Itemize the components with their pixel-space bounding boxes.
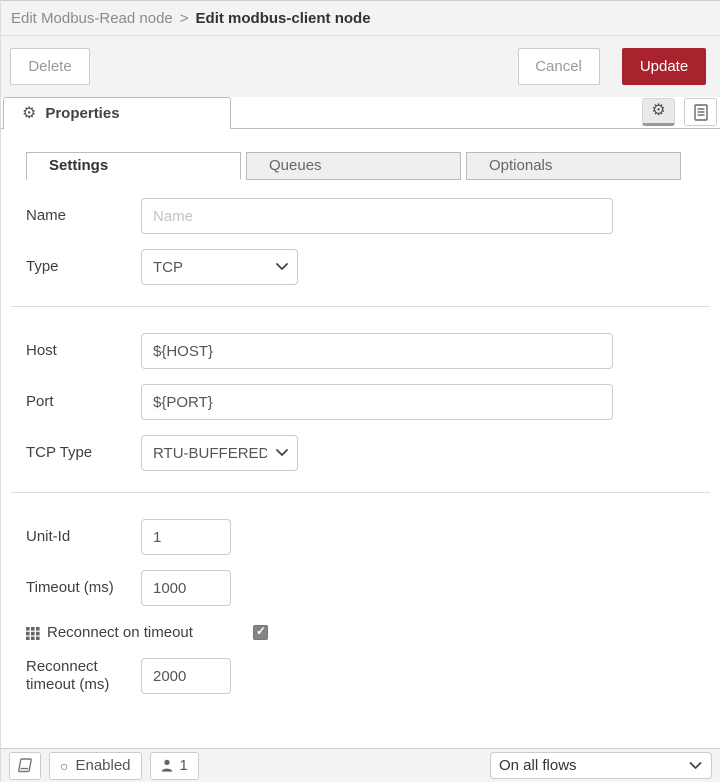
cancel-button[interactable]: Cancel bbox=[517, 48, 600, 85]
edit-node-dialog: Edit Modbus-Read node > Edit modbus-clie… bbox=[0, 0, 720, 782]
reconnect-timeout-input[interactable] bbox=[141, 658, 231, 694]
host-label: Host bbox=[26, 342, 57, 359]
reconnect-timeout-label: Reconnect timeout (ms) bbox=[26, 658, 110, 693]
timeout-input[interactable] bbox=[141, 570, 231, 606]
form-row-reconnect-timeout: Reconnect timeout (ms) bbox=[26, 658, 695, 694]
tcp-type-select-wrap: RTU-BUFFERED bbox=[141, 435, 298, 471]
name-input[interactable] bbox=[141, 198, 613, 234]
divider bbox=[11, 492, 710, 493]
circle-icon: ○ bbox=[60, 757, 69, 774]
toolbar-right-group: Cancel Update bbox=[517, 48, 706, 85]
name-label: Name bbox=[26, 207, 67, 224]
flow-scope-select[interactable]: On all flows bbox=[490, 752, 712, 779]
port-input[interactable] bbox=[141, 384, 613, 420]
form-row-tcp-type: TCP Type RTU-BUFFERED bbox=[26, 435, 695, 471]
type-label: Type bbox=[26, 258, 59, 275]
gear-icon: ⚙ bbox=[22, 104, 37, 122]
tcp-type-select[interactable]: RTU-BUFFERED bbox=[141, 435, 298, 471]
editor-tab-bar: ⚙ Properties ⚙ bbox=[1, 97, 720, 129]
form-row-name: Name bbox=[26, 198, 695, 234]
type-select[interactable]: TCP bbox=[141, 249, 298, 285]
enabled-label: Enabled bbox=[75, 757, 131, 774]
reconnect-on-timeout-checkbox[interactable] bbox=[253, 624, 268, 640]
divider bbox=[11, 306, 710, 307]
breadcrumb-current: Edit modbus-client node bbox=[195, 9, 371, 27]
port-label: Port bbox=[26, 393, 54, 410]
unit-id-label: Unit-Id bbox=[26, 528, 71, 545]
form-row-timeout: Timeout (ms) bbox=[26, 570, 695, 606]
tab-optionals[interactable]: Optionals bbox=[466, 152, 681, 180]
book-icon bbox=[18, 758, 32, 773]
tab-queues[interactable]: Queues bbox=[246, 152, 461, 180]
tab-settings[interactable]: Settings bbox=[26, 152, 241, 180]
unit-id-input[interactable] bbox=[141, 519, 231, 555]
node-users-button[interactable]: 1 bbox=[149, 751, 199, 780]
form-row-unit-id: Unit-Id bbox=[26, 519, 695, 555]
user-icon bbox=[161, 759, 172, 772]
settings-tab-bar: Settings Queues Optionals bbox=[26, 152, 720, 180]
delete-button[interactable]: Delete bbox=[10, 48, 90, 85]
enable-toggle-button[interactable]: ○ Enabled bbox=[49, 751, 142, 780]
form-row-port: Port bbox=[26, 384, 695, 420]
gear-icon: ⚙ bbox=[651, 102, 666, 119]
dialog-toolbar: Delete Cancel Update bbox=[1, 36, 720, 97]
type-select-wrap: TCP bbox=[141, 249, 298, 285]
user-count: 1 bbox=[179, 757, 188, 774]
form-row-host: Host bbox=[26, 333, 695, 369]
grid-icon bbox=[26, 626, 40, 640]
document-icon bbox=[693, 103, 708, 121]
form-row-type: Type TCP bbox=[26, 249, 695, 285]
node-help-button[interactable] bbox=[9, 751, 41, 780]
timeout-label: Timeout (ms) bbox=[26, 579, 114, 596]
node-settings-button[interactable]: ⚙ bbox=[642, 98, 675, 126]
update-button[interactable]: Update bbox=[622, 48, 706, 85]
breadcrumb-separator: > bbox=[179, 9, 189, 27]
node-description-button[interactable] bbox=[684, 98, 717, 126]
breadcrumb: Edit Modbus-Read node > Edit modbus-clie… bbox=[1, 0, 720, 36]
tab-properties[interactable]: ⚙ Properties bbox=[3, 97, 231, 129]
settings-form: Name Type TCP Host Port TCP Type bbox=[1, 180, 720, 694]
reconnect-on-timeout-label: Reconnect on timeout bbox=[47, 624, 193, 641]
editor-tab-actions: ⚙ bbox=[642, 98, 717, 126]
form-row-reconnect-on-timeout: Reconnect on timeout bbox=[26, 624, 695, 641]
tab-properties-label: Properties bbox=[45, 105, 120, 122]
scope-select-wrap: On all flows bbox=[490, 752, 712, 779]
reconnect-on-timeout-label-group: Reconnect on timeout bbox=[26, 624, 253, 641]
host-input[interactable] bbox=[141, 333, 613, 369]
breadcrumb-parent-link[interactable]: Edit Modbus-Read node bbox=[11, 10, 173, 27]
tcp-type-label: TCP Type bbox=[26, 444, 93, 461]
dialog-footer: ○ Enabled 1 On all flows bbox=[1, 748, 720, 782]
